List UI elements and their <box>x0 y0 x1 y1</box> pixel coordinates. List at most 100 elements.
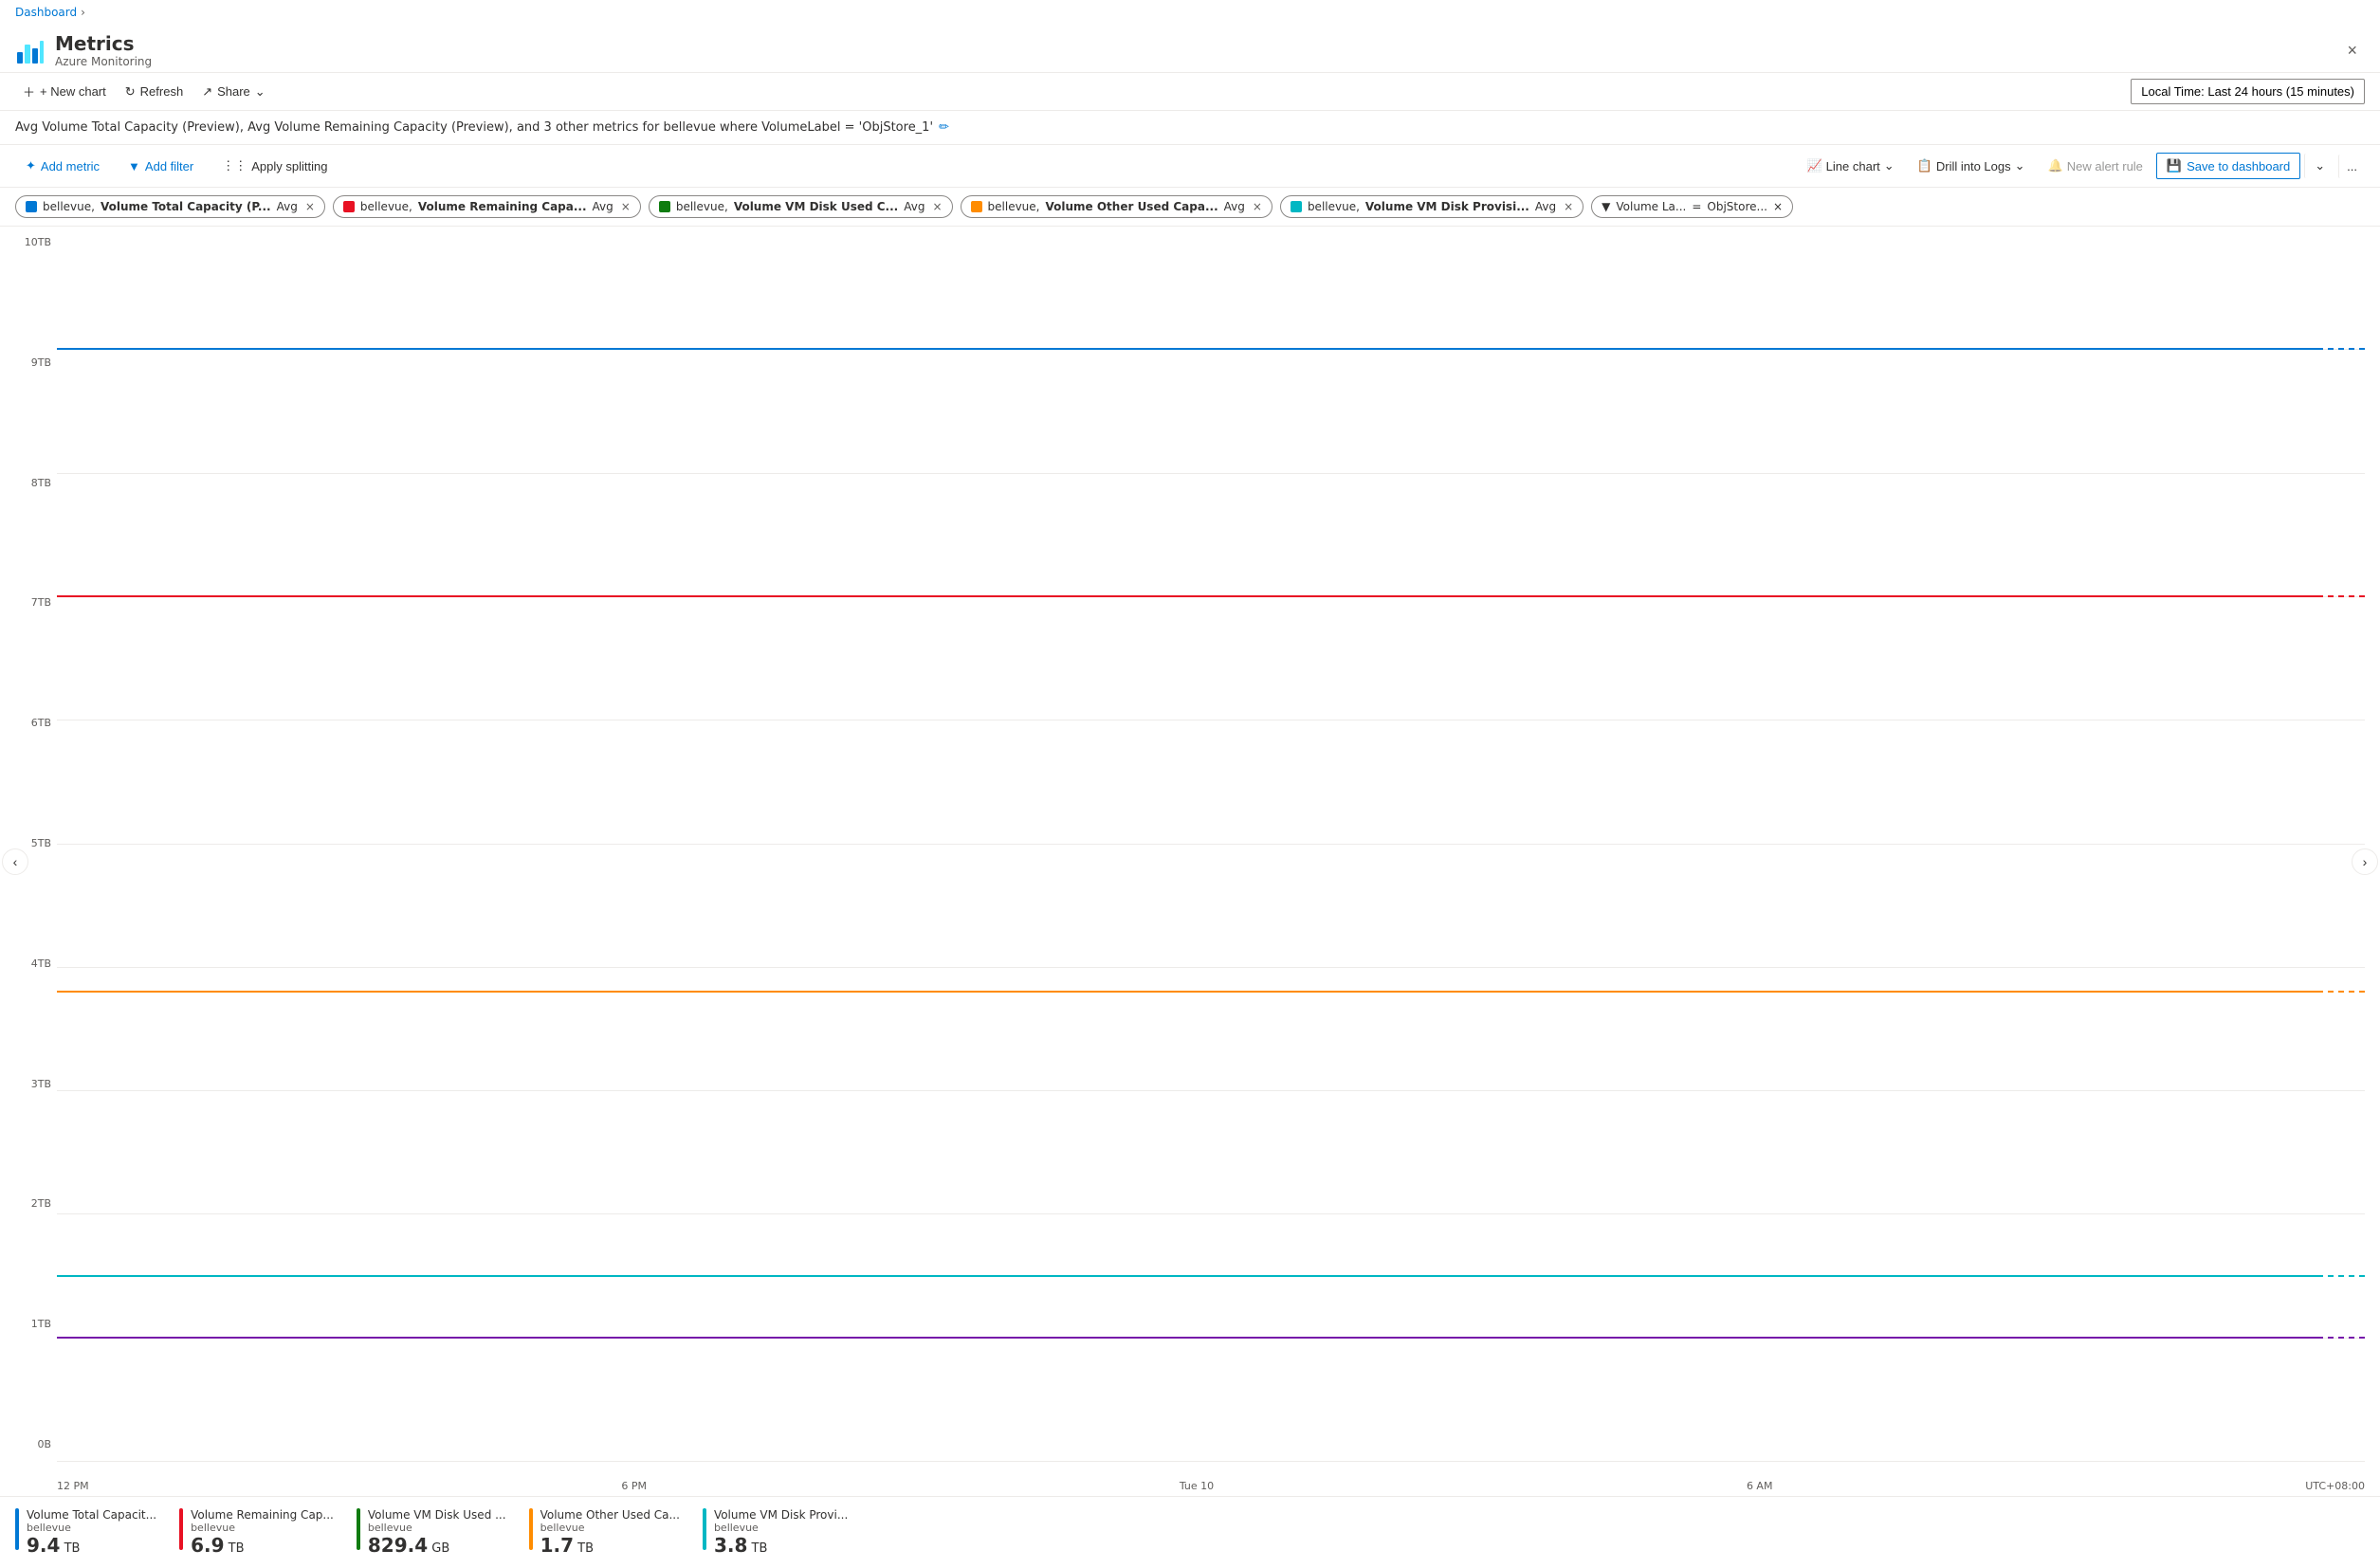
tag2-close[interactable]: × <box>621 200 631 213</box>
tag4-close[interactable]: × <box>1253 200 1262 213</box>
edit-title-icon[interactable]: ✏ <box>939 120 949 135</box>
y-label-4tb: 4TB <box>8 957 51 970</box>
chart-title-text: Avg Volume Total Capacity (Preview), Avg… <box>15 120 933 135</box>
more-options-button[interactable]: ... <box>2338 155 2365 178</box>
legend-title-4: Volume Other Used Ca... <box>540 1508 680 1522</box>
share-icon: ↗ <box>202 84 212 100</box>
chart-line-3b <box>57 991 2317 993</box>
top-toolbar: ＋ + New chart ↻ Refresh ↗ Share ⌄ Local … <box>0 73 2380 111</box>
new-chart-button[interactable]: ＋ + New chart <box>15 79 114 104</box>
filter-tag-2: bellevue, Volume Remaining Capa... Avg × <box>333 195 641 218</box>
tag1-close[interactable]: × <box>305 200 315 213</box>
filter-tag-4: bellevue, Volume Other Used Capa... Avg … <box>961 195 1272 218</box>
legend-sub-1: bellevue <box>27 1522 156 1534</box>
app-subtitle: Azure Monitoring <box>55 55 152 68</box>
tag4-dot <box>971 201 982 212</box>
line-chart-label: Line chart <box>1826 159 1880 173</box>
filter-tag-3: bellevue, Volume VM Disk Used C... Avg × <box>649 195 953 218</box>
metrics-toolbar: ✦ Add metric ▼ Add filter ⋮⋮ Apply split… <box>0 145 2380 188</box>
drill-logs-label: Drill into Logs <box>1936 159 2011 173</box>
line-chart-icon: 📈 <box>1806 158 1822 173</box>
time-range-button[interactable]: Local Time: Last 24 hours (15 minutes) <box>2131 79 2365 104</box>
tag3-bold: Volume VM Disk Used C... <box>734 200 898 213</box>
legend-color-4 <box>529 1508 533 1550</box>
legend-text-4: Volume Other Used Ca... bellevue 1.7 TB <box>540 1508 680 1557</box>
legend-color-2 <box>179 1508 183 1550</box>
tag1-dot <box>26 201 37 212</box>
tag2-prefix: bellevue, <box>360 200 412 213</box>
volume-label-filter: ▼ Volume La... = ObjStore... × <box>1591 195 1793 218</box>
chart-canvas: 12 PM 6 PM Tue 10 6 AM UTC+08:00 <box>57 227 2380 1496</box>
legend-value-2: 6.9 TB <box>191 1534 334 1557</box>
filter-close[interactable]: × <box>1773 200 1783 213</box>
toolbar-time-area: Local Time: Last 24 hours (15 minutes) <box>2131 79 2365 104</box>
tag5-close[interactable]: × <box>1564 200 1573 213</box>
legend-value-1: 9.4 TB <box>27 1534 156 1557</box>
chart-wrapper: ‹ › 0B 1TB 2TB 3TB 4TB 5TB 6TB 7TB 8TB 9… <box>0 227 2380 1496</box>
new-chart-label: + New chart <box>40 84 106 99</box>
share-button[interactable]: ↗ Share ⌄ <box>194 81 273 103</box>
save-to-dashboard-button[interactable]: 💾 Save to dashboard <box>2156 153 2300 179</box>
chart-nav-right[interactable]: › <box>2352 848 2378 875</box>
refresh-icon: ↻ <box>125 84 136 100</box>
legend-text-3: Volume VM Disk Used ... bellevue 829.4 G… <box>368 1508 506 1557</box>
metrics-icon <box>15 35 46 65</box>
y-label-0b: 0B <box>8 1438 51 1450</box>
breadcrumb-dashboard[interactable]: Dashboard <box>15 6 77 19</box>
apply-splitting-label: Apply splitting <box>251 159 327 173</box>
chart-line-1 <box>57 348 2317 350</box>
legend-title-2: Volume Remaining Cap... <box>191 1508 334 1522</box>
tag4-suffix: Avg <box>1224 200 1245 213</box>
add-metric-label: Add metric <box>41 159 100 173</box>
chart-dashed-3b <box>2317 991 2365 993</box>
apply-splitting-icon: ⋮⋮ <box>222 158 247 173</box>
legend-color-1 <box>15 1508 19 1550</box>
x-label-12pm: 12 PM <box>57 1480 89 1492</box>
refresh-button[interactable]: ↻ Refresh <box>118 81 191 103</box>
tag4-prefix: bellevue, <box>988 200 1040 213</box>
add-metric-button[interactable]: ✦ Add metric <box>15 153 110 179</box>
drill-logs-icon: 📋 <box>1917 158 1932 173</box>
y-label-9tb: 9TB <box>8 356 51 369</box>
title-group: Metrics Azure Monitoring <box>55 32 152 68</box>
tag5-suffix: Avg <box>1535 200 1556 213</box>
save-icon: 💾 <box>2167 158 2182 173</box>
close-button[interactable]: × <box>2339 37 2365 64</box>
apply-splitting-button[interactable]: ⋮⋮ Apply splitting <box>211 153 338 179</box>
chart-dashed-5 <box>2317 1337 2365 1339</box>
page-header: Metrics Azure Monitoring × <box>0 25 2380 73</box>
alert-icon: 🔔 <box>2048 158 2063 173</box>
share-chevron-icon: ⌄ <box>255 84 265 100</box>
tag3-suffix: Avg <box>904 200 925 213</box>
legend-color-5 <box>703 1508 706 1550</box>
filter-operator: = <box>1692 200 1701 213</box>
tag2-dot <box>343 201 355 212</box>
y-label-6tb: 6TB <box>8 717 51 729</box>
legend-item-4: Volume Other Used Ca... bellevue 1.7 TB <box>529 1508 680 1557</box>
new-alert-rule-button[interactable]: 🔔 New alert rule <box>2039 154 2152 178</box>
chart-dashed-1 <box>2317 348 2365 350</box>
chart-legend: Volume Total Capacit... bellevue 9.4 TB … <box>0 1496 2380 1568</box>
chart-nav-left[interactable]: ‹ <box>2 848 28 875</box>
x-label-tue10: Tue 10 <box>1180 1480 1214 1492</box>
tag1-prefix: bellevue, <box>43 200 95 213</box>
legend-title-5: Volume VM Disk Provi... <box>714 1508 848 1522</box>
save-dropdown-chevron[interactable]: ⌄ <box>2304 154 2334 178</box>
x-label-utc: UTC+08:00 <box>2305 1480 2365 1492</box>
drill-logs-chevron: ⌄ <box>2015 158 2025 173</box>
app-title: Metrics <box>55 32 152 55</box>
x-label-6pm: 6 PM <box>621 1480 647 1492</box>
line-chart-chevron: ⌄ <box>1884 158 1895 173</box>
tag2-bold: Volume Remaining Capa... <box>418 200 587 213</box>
drill-into-logs-button[interactable]: 📋 Drill into Logs ⌄ <box>1908 154 2035 178</box>
app-container: Dashboard › Metrics Azure Monitoring × ＋… <box>0 0 2380 1568</box>
legend-unit-5: TB <box>747 1541 767 1556</box>
refresh-label: Refresh <box>140 84 184 99</box>
metrics-right-toolbar: 📈 Line chart ⌄ 📋 Drill into Logs ⌄ 🔔 New… <box>1797 153 2365 179</box>
legend-value-3: 829.4 GB <box>368 1534 506 1557</box>
tag3-close[interactable]: × <box>932 200 942 213</box>
line-chart-button[interactable]: 📈 Line chart ⌄ <box>1797 154 1903 178</box>
legend-unit-3: GB <box>428 1541 449 1556</box>
add-filter-button[interactable]: ▼ Add filter <box>118 154 204 179</box>
chart-title-bar: Avg Volume Total Capacity (Preview), Avg… <box>0 111 2380 145</box>
